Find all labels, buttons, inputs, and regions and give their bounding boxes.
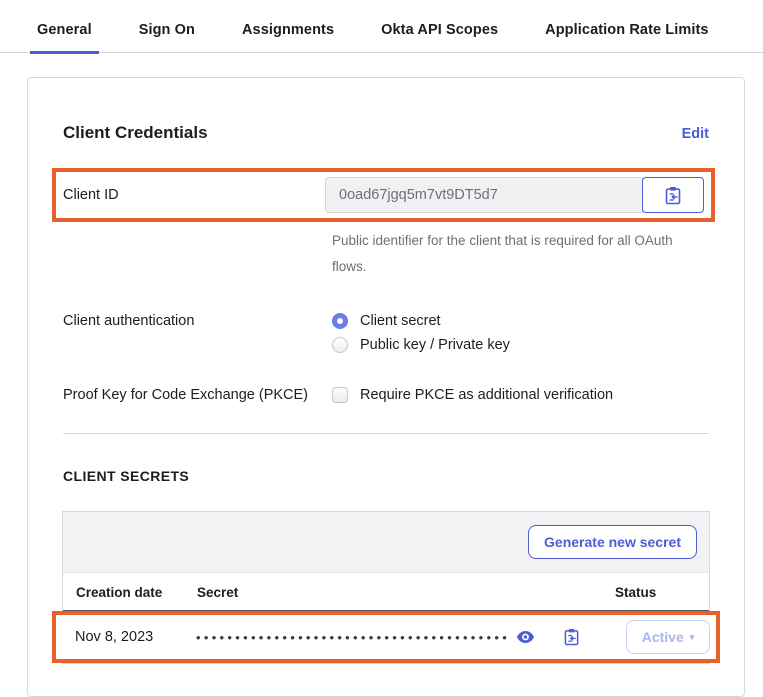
tab-okta-api-scopes[interactable]: Okta API Scopes bbox=[374, 22, 505, 54]
pkce-checkbox-label: Require PKCE as additional verification bbox=[360, 387, 613, 403]
status-badge: Active bbox=[642, 629, 684, 645]
secret-row-highlight-box: Nov 8, 2023 ••••••••••••••••••••••••••••… bbox=[52, 611, 720, 663]
client-id-label: Client ID bbox=[63, 187, 325, 203]
pkce-checkbox-row[interactable]: Require PKCE as additional verification bbox=[332, 387, 709, 403]
radio-public-private-key[interactable]: Public key / Private key bbox=[332, 337, 709, 353]
pkce-checkbox[interactable] bbox=[332, 387, 348, 403]
section-divider bbox=[63, 433, 709, 434]
column-header-secret: Secret bbox=[197, 585, 591, 600]
copy-secret-button[interactable] bbox=[564, 628, 580, 646]
copy-client-id-button[interactable] bbox=[642, 177, 704, 213]
tab-sign-on[interactable]: Sign On bbox=[132, 22, 202, 54]
client-authentication-label: Client authentication bbox=[63, 313, 332, 329]
tab-assignments[interactable]: Assignments bbox=[235, 22, 341, 54]
clipboard-copy-icon bbox=[564, 628, 580, 646]
client-credentials-title: Client Credentials bbox=[63, 123, 208, 143]
client-id-help-text: Public identifier for the client that is… bbox=[332, 228, 677, 280]
edit-link[interactable]: Edit bbox=[682, 126, 709, 142]
secret-creation-date: Nov 8, 2023 bbox=[75, 629, 196, 645]
table-row: Nov 8, 2023 ••••••••••••••••••••••••••••… bbox=[56, 615, 716, 659]
client-secrets-title: CLIENT SECRETS bbox=[63, 468, 709, 484]
general-settings-card: Client Credentials Edit Client ID Public bbox=[27, 77, 745, 697]
app-tab-bar: General Sign On Assignments Okta API Sco… bbox=[0, 0, 763, 53]
column-header-status: Status bbox=[591, 585, 697, 600]
clipboard-copy-icon bbox=[665, 186, 682, 205]
radio-client-secret[interactable]: Client secret bbox=[332, 313, 709, 329]
tab-general[interactable]: General bbox=[30, 22, 99, 54]
radio-client-secret-label: Client secret bbox=[360, 313, 441, 329]
radio-selected-icon[interactable] bbox=[332, 313, 348, 329]
masked-secret-value: •••••••••••••••••••••••••••••••••••••••• bbox=[196, 630, 510, 645]
tab-application-rate-limits[interactable]: Application Rate Limits bbox=[538, 22, 715, 54]
reveal-secret-button[interactable] bbox=[516, 630, 535, 644]
client-id-highlight-box: Client ID bbox=[52, 168, 715, 222]
client-secrets-table: Generate new secret Creation date Secret… bbox=[62, 511, 710, 664]
secret-status-dropdown[interactable]: Active ▾ bbox=[626, 620, 710, 654]
client-id-value-field[interactable] bbox=[325, 177, 643, 213]
eye-icon bbox=[516, 630, 535, 644]
chevron-down-icon: ▾ bbox=[690, 632, 695, 643]
secrets-table-header-row: Creation date Secret Status bbox=[63, 573, 709, 611]
column-header-creation-date: Creation date bbox=[76, 585, 197, 600]
radio-unselected-icon[interactable] bbox=[332, 337, 348, 353]
generate-new-secret-button[interactable]: Generate new secret bbox=[528, 525, 697, 559]
secrets-table-toolbar: Generate new secret bbox=[63, 512, 709, 573]
pkce-label: Proof Key for Code Exchange (PKCE) bbox=[63, 387, 332, 403]
radio-public-private-key-label: Public key / Private key bbox=[360, 337, 510, 353]
